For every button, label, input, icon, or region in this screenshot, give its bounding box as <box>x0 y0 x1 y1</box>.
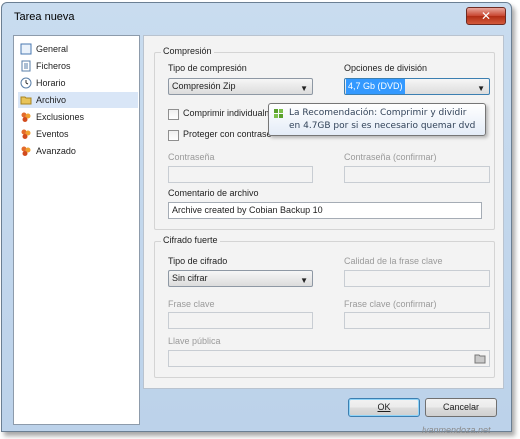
password-label: Contraseña <box>168 152 215 162</box>
encryption-type-value: Sin cifrar <box>172 273 208 283</box>
compression-type-value: Compresión Zip <box>172 81 236 91</box>
public-key-field[interactable] <box>168 350 490 367</box>
split-options-value: 4,7 Gb (DVD) <box>346 79 405 94</box>
clock-icon <box>20 77 32 89</box>
password-confirm-label: Contraseña (confirmar) <box>344 152 437 162</box>
recommendation-tooltip: La Recomendación: Comprimir y dividir en… <box>268 103 486 136</box>
protect-password-checkbox[interactable] <box>168 130 179 141</box>
sidebar-item-general[interactable]: General <box>18 41 138 57</box>
archive-comment-field[interactable]: Archive created by Cobian Backup 10 <box>168 202 482 219</box>
protect-password-label: Proteger con contrase <box>183 129 272 139</box>
password-field[interactable] <box>168 166 313 183</box>
chevron-down-icon: ▼ <box>477 84 485 93</box>
split-options-select[interactable]: 4,7 Gb (DVD) ▼ <box>344 78 490 95</box>
sidebar-item-archivo[interactable]: Archivo <box>18 92 138 108</box>
sidebar-item-label: Archivo <box>36 95 67 105</box>
sidebar-item-label: Avanzado <box>36 146 76 156</box>
split-options-label: Opciones de división <box>344 63 428 73</box>
tooltip-line-1: La Recomendación: Comprimir y dividir <box>289 108 467 118</box>
sidebar-item-exclusiones[interactable]: Exclusiones <box>18 109 138 125</box>
general-page-icon <box>20 43 32 55</box>
close-button[interactable]: ✕ <box>466 7 506 25</box>
passphrase-confirm-field[interactable] <box>344 312 490 329</box>
sidebar-item-eventos[interactable]: Eventos <box>18 126 138 142</box>
encryption-group: Cifrado fuerte Tipo de cifrado Sin cifra… <box>154 235 495 378</box>
tooltip-text: La Recomendación: Comprimir y dividir en… <box>289 107 485 133</box>
compress-individually-checkbox[interactable] <box>168 109 179 120</box>
passphrase-confirm-label: Frase clave (confirmar) <box>344 299 437 309</box>
chevron-down-icon: ▼ <box>300 276 308 285</box>
tooltip-line-2: en 4.7GB por si es necesario quemar dvd <box>289 121 476 131</box>
sidebar-item-label: Horario <box>36 78 66 88</box>
passphrase-label: Frase clave <box>168 299 215 309</box>
sidebar-item-label: Exclusiones <box>36 112 85 122</box>
exclusions-icon <box>21 112 31 122</box>
encryption-type-select[interactable]: Sin cifrar ▼ <box>168 270 313 287</box>
title-bar[interactable]: Tarea nueva ✕ <box>2 3 511 31</box>
folder-icon <box>20 96 32 105</box>
chevron-down-icon: ▼ <box>300 84 308 93</box>
archive-comment-label: Comentario de archivo <box>168 188 259 198</box>
public-key-label: Llave pública <box>168 336 221 346</box>
browse-folder-icon[interactable] <box>474 353 486 364</box>
passphrase-quality-label: Calidad de la frase clave <box>344 256 443 266</box>
compression-group: Compresión Tipo de compresión Compresión… <box>154 46 495 230</box>
passphrase-field[interactable] <box>168 312 313 329</box>
compress-individually-label: Comprimir individualme <box>183 108 278 118</box>
tip-grid-icon <box>274 109 283 118</box>
window-title: Tarea nueva <box>14 11 75 23</box>
dialog-window: Tarea nueva ✕ General Ficheros Horario A… <box>1 2 512 432</box>
sidebar-item-label: General <box>36 44 69 54</box>
sidebar-item-ficheros[interactable]: Ficheros <box>18 58 138 74</box>
advanced-icon <box>21 146 31 156</box>
watermark: lvanmendoza.net <box>422 425 491 435</box>
sidebar-item-avanzado[interactable]: Avanzado <box>18 143 138 159</box>
compression-group-title: Compresión <box>161 46 214 56</box>
ok-button[interactable]: OK <box>348 398 420 417</box>
encryption-type-label: Tipo de cifrado <box>168 256 228 266</box>
passphrase-quality-meter <box>344 270 490 287</box>
sidebar-item-label: Ficheros <box>36 61 71 71</box>
password-confirm-field[interactable] <box>344 166 490 183</box>
sidebar-item-label: Eventos <box>36 129 69 139</box>
cancel-button[interactable]: Cancelar <box>425 398 497 417</box>
sidebar: General Ficheros Horario Archivo Exclusi… <box>13 35 140 425</box>
ok-button-label: OK <box>377 402 391 412</box>
encryption-group-title: Cifrado fuerte <box>161 235 220 245</box>
content-panel: Compresión Tipo de compresión Compresión… <box>143 35 504 389</box>
files-icon <box>21 60 31 72</box>
events-icon <box>21 129 31 139</box>
sidebar-item-horario[interactable]: Horario <box>18 75 138 91</box>
compression-type-label: Tipo de compresión <box>168 63 247 73</box>
compression-type-select[interactable]: Compresión Zip ▼ <box>168 78 313 95</box>
